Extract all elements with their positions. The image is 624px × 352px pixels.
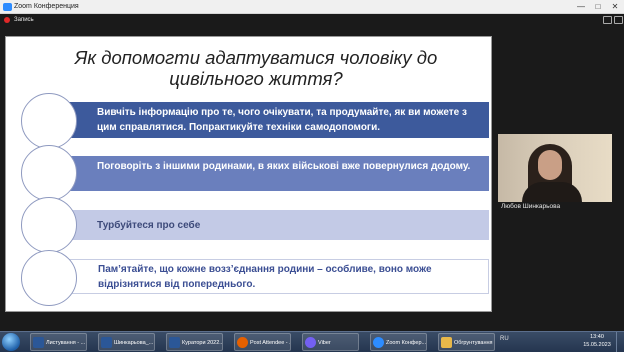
taskbar-app-label: Листування - ...	[46, 340, 86, 346]
bullet-circle	[21, 197, 77, 253]
taskbar-app-5[interactable]: Viber	[302, 333, 359, 351]
word-icon	[169, 337, 180, 348]
slide-title: Як допомогти адаптуватися чоловіку до ци…	[74, 47, 438, 89]
taskbar-app-6[interactable]: Zoom Конфер...	[370, 333, 427, 351]
slide-item-1: Вивчіть інформацію про те, чого очікуват…	[58, 102, 489, 138]
participant-body	[522, 182, 582, 202]
show-desktop-button[interactable]	[616, 332, 624, 352]
zoom-icon	[373, 337, 384, 348]
bullet-circle	[21, 145, 77, 201]
taskbar-app-label: Шинкарьова_...	[114, 340, 154, 346]
firefox-icon	[237, 337, 248, 348]
taskbar-app-3[interactable]: Куратори 2022...	[166, 333, 223, 351]
bullet-circle	[21, 93, 77, 149]
taskbar-app-7[interactable]: Обгрунтування	[438, 333, 495, 351]
taskbar-app-2[interactable]: Шинкарьова_...	[98, 333, 155, 351]
start-button[interactable]	[2, 333, 20, 351]
taskbar-app-label: Zoom Конфер...	[386, 340, 427, 346]
fullscreen-icon[interactable]	[614, 16, 623, 24]
clock-time: 13:40	[590, 334, 604, 340]
taskbar-app-label: Viber	[318, 340, 331, 346]
slide-item-4: Пам’ятайте, що кожне возз’єднання родини…	[58, 259, 489, 294]
taskbar-app-label: Post Attendee - ...	[250, 340, 291, 346]
clock-date: 15.05.2023	[583, 342, 611, 348]
participant-video[interactable]	[498, 134, 612, 202]
minimize-button[interactable]: —	[574, 1, 588, 12]
recording-icon	[4, 17, 10, 23]
shared-screen-slide: Як допомогти адаптуватися чоловіку до ци…	[5, 36, 492, 312]
bullet-circle	[21, 250, 77, 306]
participant-name: Любов Шинкарьова	[501, 203, 561, 210]
folder-icon	[441, 337, 452, 348]
viber-icon	[305, 337, 316, 348]
window-title: Zoom Конференция	[14, 3, 79, 10]
clock[interactable]: 13:40 15.05.2023	[582, 333, 612, 349]
taskbar-app-4[interactable]: Post Attendee - ...	[234, 333, 291, 351]
taskbar: Листування - ... Шинкарьова_... Куратори…	[0, 331, 624, 352]
taskbar-app-label: Куратори 2022...	[182, 340, 223, 346]
close-button[interactable]: ✕	[608, 1, 622, 12]
slide-item-3: Турбуйтеся про себе	[58, 210, 489, 240]
language-indicator[interactable]: RU	[500, 336, 509, 342]
taskbar-app-1[interactable]: Листування - ...	[30, 333, 87, 351]
word-icon	[101, 337, 112, 348]
window-title-bar: Zoom Конференция — □ ✕	[0, 0, 624, 14]
taskbar-app-label: Обгрунтування	[454, 340, 493, 346]
slide-item-2: Поговоріть з іншими родинами, в яких вій…	[58, 156, 489, 191]
view-layout-icon[interactable]	[603, 16, 612, 24]
recording-bar: Запись	[0, 14, 624, 26]
maximize-button[interactable]: □	[591, 1, 605, 12]
word-icon	[33, 337, 44, 348]
zoom-icon	[3, 3, 12, 11]
recording-label: Запись	[14, 17, 34, 23]
participant-face	[538, 150, 562, 180]
